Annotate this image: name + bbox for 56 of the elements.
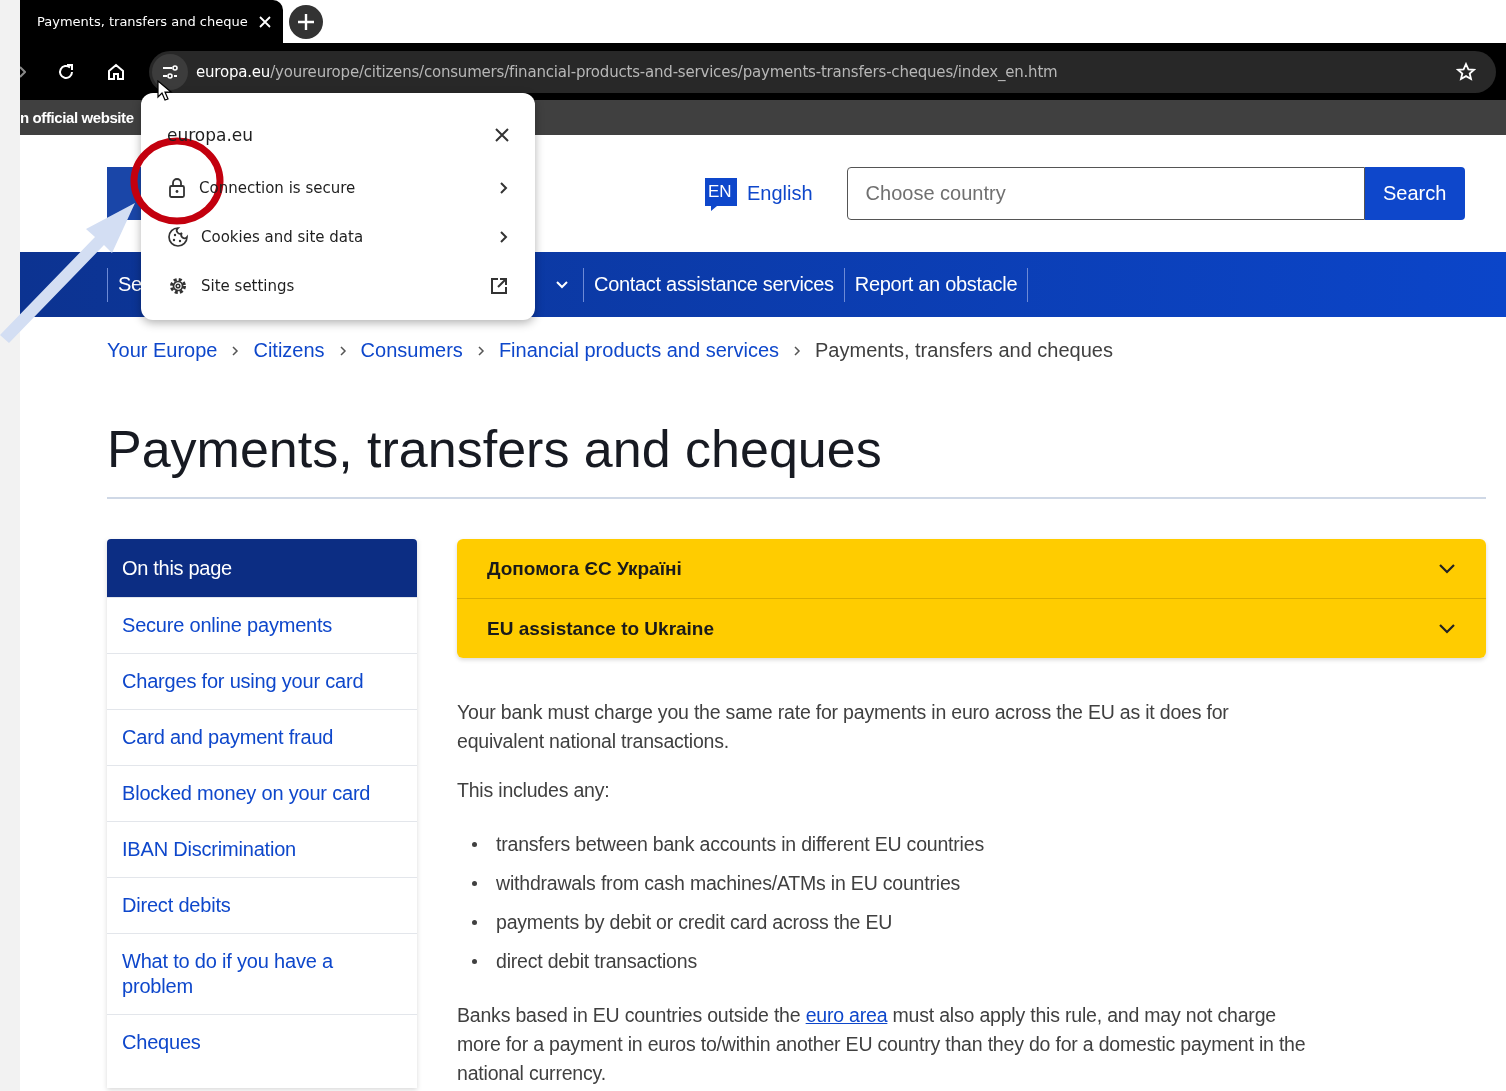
popup-menu-item[interactable]: Cookies and site data (167, 212, 509, 261)
browser-tab[interactable]: Payments, transfers and cheque (20, 0, 283, 43)
euro-area-link[interactable]: euro area (805, 1004, 888, 1026)
lock-icon (167, 176, 187, 199)
nav-link[interactable]: Contact assistance services (583, 267, 844, 302)
chevron-icon (1438, 562, 1456, 575)
toc-link[interactable]: Blocked money on your card (107, 765, 417, 821)
speech-bubble-icon (703, 175, 739, 212)
toc-link[interactable]: What to do if you have a problem (107, 933, 417, 1014)
search-field[interactable]: Choose country (846, 167, 1365, 220)
breadcrumb-link[interactable]: Your Europe (107, 339, 218, 362)
language-selector[interactable]: EN English (703, 175, 813, 212)
chevron-icon (499, 180, 509, 195)
breadcrumb-link[interactable]: Citizens (253, 339, 325, 362)
address-bar[interactable]: europa.eu/youreurope/citizens/consumers/financial-products-and-services/payments-transfers-cheques/index_en.htm (149, 50, 1496, 93)
chevron-icon (1438, 622, 1456, 635)
list-item: transfers between bank accounts in different EU countries (496, 833, 984, 856)
star-icon[interactable] (1456, 61, 1476, 82)
official-website-text: n official website (20, 109, 134, 126)
reload-icon[interactable] (56, 61, 76, 82)
site-info-icon[interactable] (152, 53, 188, 90)
home-icon[interactable] (106, 61, 126, 82)
breadcrumb-link[interactable]: Financial products and services (498, 339, 779, 362)
accordion-header[interactable]: EU assistance to Ukraine (457, 598, 1486, 658)
popup-menu-item[interactable]: Site settings (167, 261, 509, 310)
toc-link[interactable]: Charges for using your card (107, 653, 417, 709)
forward-icon[interactable] (20, 64, 26, 79)
toc-link[interactable]: Card and payment fraud (107, 709, 417, 765)
list-item: withdrawals from cash machines/ATMs in EU countries (496, 872, 961, 895)
popup-title: europa.eu (167, 125, 254, 145)
accordion-header[interactable]: Допомога ЄС Україні (457, 539, 1486, 598)
list-item: direct debit transactions (496, 950, 697, 973)
toc-link[interactable]: Direct debits (107, 877, 417, 933)
close-icon[interactable] (495, 128, 509, 142)
page-title: Payments, transfers and cheques (107, 419, 883, 479)
search-button[interactable]: Search (1364, 167, 1465, 220)
chevron-icon (338, 344, 347, 357)
list-item: payments by debit or credit card across the EU (496, 911, 893, 934)
toc-link[interactable]: IBAN Discrimination (107, 821, 417, 877)
chevron-icon (231, 344, 240, 357)
nav-link[interactable]: Report an obstacle (843, 267, 1029, 302)
paragraph: Banks based in EU countries outside the euro area must also apply this rule, and may not charge more for a payment in euros to/within another EU country than they do for a domestic payment in the national currency. (457, 1003, 1307, 1086)
breadcrumb-current: Payments, transfers and cheques (815, 339, 1113, 362)
new-tab-button[interactable] (289, 4, 323, 39)
chevron-icon (793, 344, 801, 357)
url-text: europa.eu/youreurope/citizens/consumers/financial-products-and-services/payments-transfers-cheques/index_en.htm (196, 62, 1059, 81)
paragraph: This includes any: (457, 778, 611, 803)
external-link-icon (489, 275, 509, 296)
breadcrumb-link[interactable]: Consumers (360, 339, 463, 362)
paragraph: Your bank must charge you the same rate for payments in euro across the EU as it does for equivalent national transactions. (457, 700, 1230, 754)
toc-link[interactable]: Secure online payments (107, 597, 417, 653)
toc-heading: On this page (107, 539, 417, 597)
cookie-icon (167, 225, 189, 248)
toc-link[interactable]: Cheques (107, 1014, 417, 1070)
chevron-icon (499, 229, 509, 244)
chevron-icon (476, 344, 485, 357)
